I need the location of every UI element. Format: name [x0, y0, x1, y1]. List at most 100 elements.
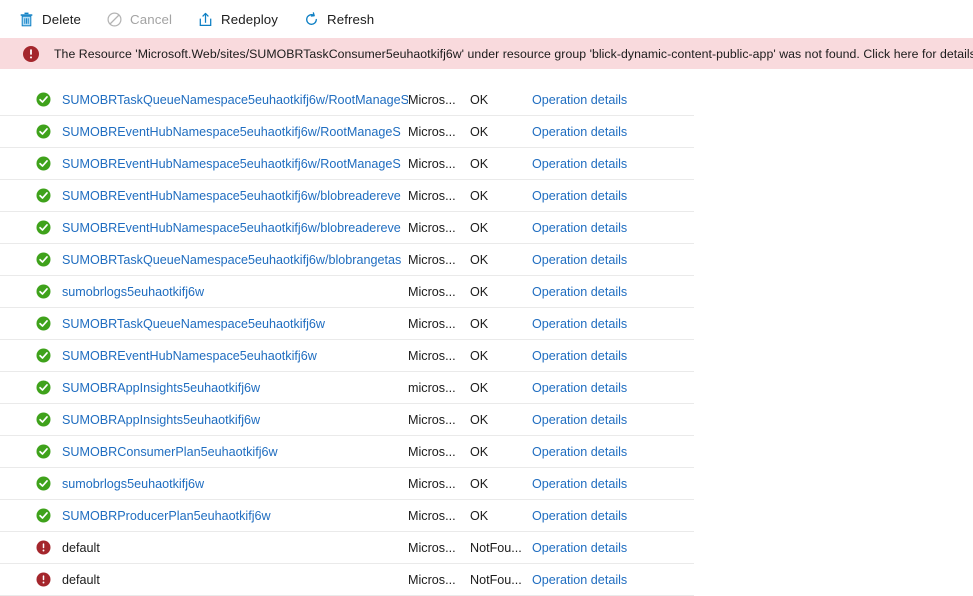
operation-details-link[interactable]: Operation details	[532, 541, 627, 555]
resource-name-link[interactable]: sumobrlogs5euhaotkifj6w	[62, 477, 204, 491]
resource-name-cell: SUMOBRProducerPlan5euhaotkifj6w	[62, 509, 408, 523]
operation-status-cell: OK	[470, 93, 532, 107]
resource-type-cell: Micros...	[408, 221, 470, 235]
table-row[interactable]: SUMOBREventHubNamespace5euhaotkifj6w/blo…	[0, 180, 694, 212]
operation-details-cell: Operation details	[532, 221, 694, 235]
delete-button-label: Delete	[42, 12, 81, 27]
operation-details-link[interactable]: Operation details	[532, 445, 627, 459]
operation-status-cell: OK	[470, 125, 532, 139]
table-row[interactable]: SUMOBRAppInsights5euhaotkifj6wMicros...O…	[0, 404, 694, 436]
resource-name-link[interactable]: SUMOBRTaskQueueNamespace5euhaotkifj6w/bl…	[62, 253, 401, 267]
resource-name-link[interactable]: SUMOBRTaskQueueNamespace5euhaotkifj6w/Ro…	[62, 93, 408, 107]
resource-name-link[interactable]: SUMOBREventHubNamespace5euhaotkifj6w/Roo…	[62, 157, 401, 171]
operation-details-cell: Operation details	[532, 285, 694, 299]
status-success-icon	[36, 412, 62, 427]
error-banner-message: The Resource 'Microsoft.Web/sites/SUMOBR…	[54, 47, 973, 61]
resource-name-link[interactable]: SUMOBRProducerPlan5euhaotkifj6w	[62, 509, 271, 523]
resource-name-cell: SUMOBRTaskQueueNamespace5euhaotkifj6w/Ro…	[62, 93, 408, 107]
operation-details-link[interactable]: Operation details	[532, 413, 627, 427]
operation-details-cell: Operation details	[532, 573, 694, 587]
resource-name-link[interactable]: SUMOBREventHubNamespace5euhaotkifj6w/Roo…	[62, 125, 401, 139]
resource-name-text: default	[62, 573, 100, 587]
table-row[interactable]: SUMOBREventHubNamespace5euhaotkifj6wMicr…	[0, 340, 694, 372]
resource-name-cell: sumobrlogs5euhaotkifj6w	[62, 477, 408, 491]
resource-type-cell: Micros...	[408, 157, 470, 171]
resource-type-cell: Micros...	[408, 541, 470, 555]
operation-status-cell: OK	[470, 189, 532, 203]
operation-details-cell: Operation details	[532, 381, 694, 395]
resource-name-cell: sumobrlogs5euhaotkifj6w	[62, 285, 408, 299]
operation-details-cell: Operation details	[532, 477, 694, 491]
operation-details-link[interactable]: Operation details	[532, 221, 627, 235]
delete-button[interactable]: Delete	[15, 4, 92, 34]
status-success-icon	[36, 156, 62, 171]
operation-details-link[interactable]: Operation details	[532, 477, 627, 491]
cancel-button-label: Cancel	[130, 12, 172, 27]
operation-status-cell: OK	[470, 477, 532, 491]
table-row[interactable]: SUMOBRAppInsights5euhaotkifj6wmicros...O…	[0, 372, 694, 404]
refresh-icon	[303, 11, 320, 28]
operation-details-link[interactable]: Operation details	[532, 349, 627, 363]
resource-type-cell: Micros...	[408, 93, 470, 107]
table-row[interactable]: SUMOBRTaskQueueNamespace5euhaotkifj6w/bl…	[0, 244, 694, 276]
redeploy-button[interactable]: Redeploy	[194, 4, 289, 34]
operation-details-link[interactable]: Operation details	[532, 125, 627, 139]
command-toolbar: Delete Cancel Redeploy Refresh	[0, 0, 973, 38]
operation-details-cell: Operation details	[532, 125, 694, 139]
operation-details-link[interactable]: Operation details	[532, 509, 627, 523]
resource-name-cell: SUMOBRTaskQueueNamespace5euhaotkifj6w	[62, 317, 408, 331]
resource-name-cell: SUMOBRAppInsights5euhaotkifj6w	[62, 413, 408, 427]
operation-details-cell: Operation details	[532, 541, 694, 555]
cancel-button[interactable]: Cancel	[103, 4, 183, 34]
operation-status-cell: OK	[470, 157, 532, 171]
table-row[interactable]: SUMOBRTaskQueueNamespace5euhaotkifj6w Mic…	[0, 308, 694, 340]
error-banner[interactable]: The Resource 'Microsoft.Web/sites/SUMOBR…	[0, 38, 973, 69]
status-success-icon	[36, 124, 62, 139]
operation-details-link[interactable]: Operation details	[532, 285, 627, 299]
resource-name-cell: SUMOBREventHubNamespace5euhaotkifj6w	[62, 349, 408, 363]
resource-name-cell: default	[62, 573, 408, 587]
operation-details-link[interactable]: Operation details	[532, 317, 627, 331]
operation-status-cell: OK	[470, 413, 532, 427]
table-row[interactable]: SUMOBREventHubNamespace5euhaotkifj6w/Roo…	[0, 116, 694, 148]
table-row[interactable]: SUMOBREventHubNamespace5euhaotkifj6w/Roo…	[0, 148, 694, 180]
resource-name-link[interactable]: sumobrlogs5euhaotkifj6w	[62, 285, 204, 299]
table-row[interactable]: defaultMicros...NotFou...Operation detai…	[0, 564, 694, 596]
resource-type-cell: Micros...	[408, 509, 470, 523]
operation-details-link[interactable]: Operation details	[532, 381, 627, 395]
table-row[interactable]: defaultMicros...NotFou...Operation detai…	[0, 532, 694, 564]
operation-details-link[interactable]: Operation details	[532, 157, 627, 171]
resource-name-link[interactable]: SUMOBREventHubNamespace5euhaotkifj6w	[62, 349, 317, 363]
operation-details-link[interactable]: Operation details	[532, 93, 627, 107]
operation-details-link[interactable]: Operation details	[532, 253, 627, 267]
table-row[interactable]: SUMOBRConsumerPlan5euhaotkifj6wMicros...…	[0, 436, 694, 468]
resource-name-link[interactable]: SUMOBRAppInsights5euhaotkifj6w	[62, 413, 260, 427]
resource-name-link[interactable]: SUMOBRConsumerPlan5euhaotkifj6w	[62, 445, 278, 459]
resource-name-link[interactable]: SUMOBRAppInsights5euhaotkifj6w	[62, 381, 260, 395]
status-success-icon	[36, 284, 62, 299]
resource-type-cell: micros...	[408, 381, 470, 395]
operation-details-cell: Operation details	[532, 317, 694, 331]
table-row[interactable]: sumobrlogs5euhaotkifj6wMicros...OKOperat…	[0, 468, 694, 500]
table-row[interactable]: SUMOBREventHubNamespace5euhaotkifj6w/blo…	[0, 212, 694, 244]
operation-details-cell: Operation details	[532, 445, 694, 459]
resource-name-cell: SUMOBRAppInsights5euhaotkifj6w	[62, 381, 408, 395]
status-success-icon	[36, 476, 62, 491]
refresh-button[interactable]: Refresh	[300, 4, 385, 34]
refresh-button-label: Refresh	[327, 12, 374, 27]
operation-details-link[interactable]: Operation details	[532, 189, 627, 203]
resource-name-link[interactable]: SUMOBRTaskQueueNamespace5euhaotkifj6w	[62, 317, 325, 331]
resource-name-link[interactable]: SUMOBREventHubNamespace5euhaotkifj6w/blo…	[62, 189, 401, 203]
resource-type-cell: Micros...	[408, 317, 470, 331]
operation-status-cell: OK	[470, 349, 532, 363]
table-row[interactable]: sumobrlogs5euhaotkifj6wMicros...OKOperat…	[0, 276, 694, 308]
resource-name-link[interactable]: SUMOBREventHubNamespace5euhaotkifj6w/blo…	[62, 221, 401, 235]
status-success-icon	[36, 348, 62, 363]
operation-status-cell: OK	[470, 381, 532, 395]
status-success-icon	[36, 188, 62, 203]
table-row[interactable]: SUMOBRProducerPlan5euhaotkifj6w Micros...…	[0, 500, 694, 532]
status-success-icon	[36, 380, 62, 395]
table-row[interactable]: SUMOBRTaskQueueNamespace5euhaotkifj6w/Ro…	[0, 84, 694, 116]
trash-icon	[18, 11, 35, 28]
operation-details-link[interactable]: Operation details	[532, 573, 627, 587]
